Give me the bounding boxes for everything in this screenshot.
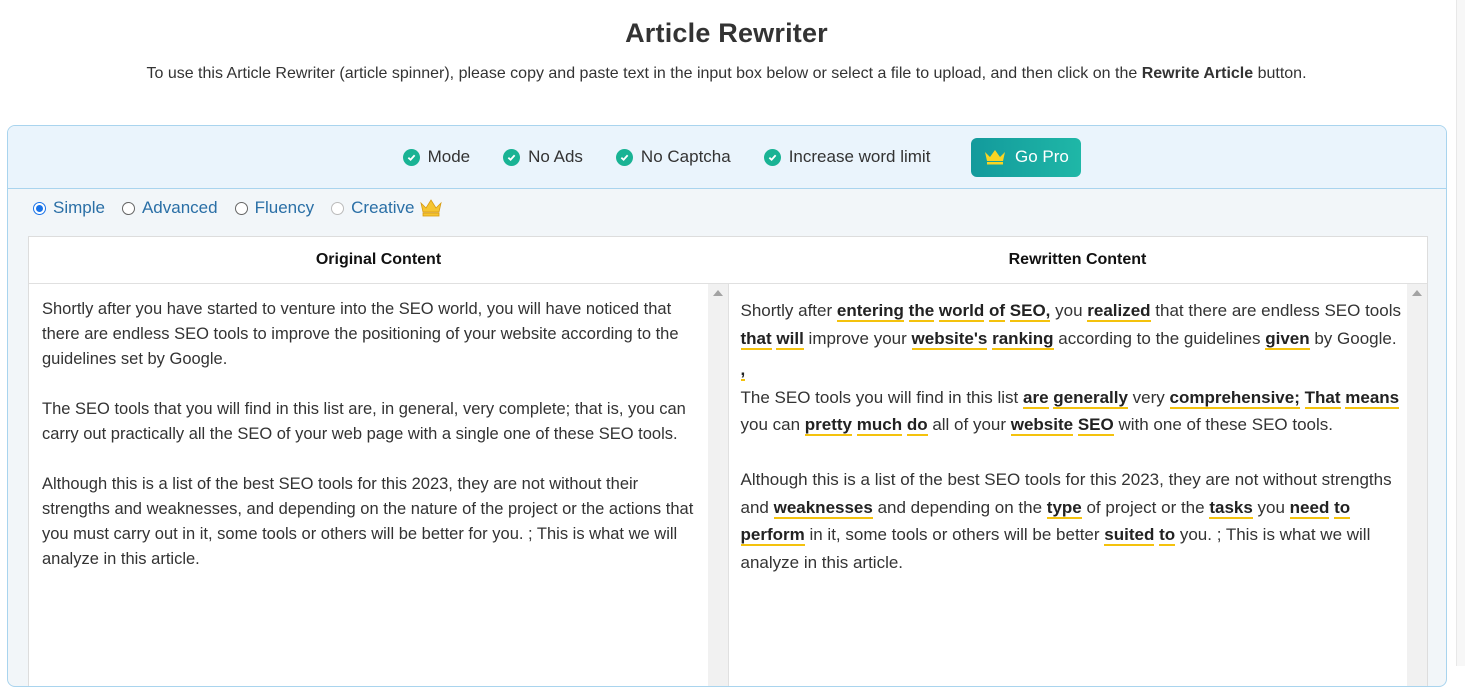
highlighted-word[interactable]: that (740, 328, 772, 350)
page-title: Article Rewriter (625, 18, 828, 48)
mode-label: Advanced (141, 198, 218, 217)
radio-fluency[interactable] (234, 201, 248, 215)
crown-icon (420, 199, 443, 217)
rewritten-content-header: Rewritten Content (1008, 251, 1147, 268)
subtitle-bold-text: Rewrite Article (1141, 65, 1254, 82)
original-paragraph: The SEO tools that you will find in this… (42, 400, 686, 443)
highlighted-word[interactable]: realized (1087, 301, 1151, 322)
highlighted-word[interactable]: comprehensive; (1169, 387, 1300, 409)
content-box: Original Content Rewritten Content Short… (28, 236, 1428, 686)
highlighted-word[interactable]: given (1265, 328, 1310, 350)
highlighted-word[interactable]: world (938, 301, 985, 322)
highlighted-word[interactable]: of (988, 301, 1006, 322)
subtitle-text: To use this Article Rewriter (article sp… (146, 65, 1138, 82)
highlighted-word[interactable]: are (1023, 387, 1049, 409)
mode-selector: Simple Advanced Fluency Creative (33, 198, 459, 218)
check-icon (402, 148, 420, 166)
rewritten-content-output[interactable]: Shortly after entering the world of SEO,… (729, 284, 1427, 686)
highlighted-word[interactable]: , (740, 360, 746, 381)
scroll-up-arrow[interactable] (712, 290, 723, 296)
rewritten-paragraph: , The SEO tools you will find in this li… (740, 360, 1400, 436)
feature-label: Mode (427, 147, 471, 166)
original-content-header: Original Content (315, 251, 442, 268)
mode-label: Creative (351, 198, 415, 217)
highlighted-word[interactable]: type (1046, 497, 1082, 519)
highlighted-word[interactable]: suited (1104, 525, 1155, 546)
mode-creative[interactable]: Creative (331, 198, 443, 218)
highlighted-word[interactable]: pretty (804, 415, 852, 436)
highlighted-word[interactable]: will (776, 328, 804, 350)
original-paragraph: Although this is a list of the best SEO … (42, 475, 694, 568)
highlighted-word[interactable]: tasks (1209, 497, 1253, 519)
mode-simple[interactable]: Simple (33, 198, 105, 218)
radio-creative[interactable] (331, 201, 345, 215)
mode-advanced[interactable]: Advanced (121, 198, 218, 218)
feature-mode: Mode (402, 147, 471, 167)
radio-advanced[interactable] (121, 201, 135, 215)
check-icon (763, 148, 781, 166)
highlighted-word[interactable]: weaknesses (773, 497, 873, 519)
rewritten-paragraph: Although this is a list of the best SEO … (740, 470, 1392, 572)
highlighted-word[interactable]: to (1159, 525, 1176, 546)
subtitle-text-end: button. (1257, 65, 1307, 82)
highlighted-word[interactable]: generally (1053, 387, 1128, 409)
feature-label: No Ads (528, 147, 583, 166)
scrollbar[interactable] (707, 284, 728, 686)
check-icon (615, 148, 633, 166)
check-icon (503, 148, 521, 166)
highlighted-word[interactable]: website (1010, 415, 1074, 436)
highlighted-word[interactable]: the (908, 301, 935, 322)
feature-label: No Captcha (640, 147, 731, 166)
mode-label: Simple (53, 198, 105, 217)
highlighted-word[interactable]: SEO (1077, 415, 1114, 436)
go-pro-button[interactable]: Go Pro (971, 137, 1082, 177)
highlighted-word[interactable]: entering (836, 301, 904, 322)
highlighted-word[interactable]: to (1334, 497, 1351, 519)
rewriter-panel: Mode No Ads No Captcha Increase word lim… (7, 125, 1447, 687)
scroll-up-arrow[interactable] (1412, 290, 1422, 296)
highlighted-word[interactable]: much (856, 415, 903, 436)
feature-label: Increase word limit (788, 147, 931, 166)
page-scrollbar[interactable] (1456, 0, 1465, 666)
crown-icon (984, 149, 1006, 165)
highlighted-word[interactable]: perform (740, 525, 805, 546)
highlighted-word[interactable]: website's (911, 328, 988, 350)
mode-label: Fluency (254, 198, 315, 217)
original-paragraph: Shortly after you have started to ventur… (42, 300, 679, 368)
radio-simple[interactable] (33, 201, 46, 215)
page-subtitle: To use this Article Rewriter (article sp… (0, 65, 1453, 83)
feature-no-captcha: No Captcha (615, 147, 731, 167)
feature-no-ads: No Ads (503, 147, 583, 167)
highlighted-word[interactable]: That (1304, 387, 1341, 409)
highlighted-word[interactable]: do (906, 415, 928, 436)
highlighted-word[interactable]: means (1345, 387, 1400, 409)
highlighted-word[interactable]: ranking (992, 328, 1054, 350)
promo-bar: Mode No Ads No Captcha Increase word lim… (8, 126, 1446, 189)
mode-fluency[interactable]: Fluency (234, 198, 315, 218)
feature-word-limit: Increase word limit (763, 147, 931, 167)
scrollbar[interactable] (1407, 284, 1427, 686)
go-pro-label: Go Pro (1014, 147, 1069, 166)
highlighted-word[interactable]: need (1289, 497, 1330, 519)
rewritten-paragraph: Shortly after entering the world of SEO,… (740, 301, 1401, 350)
original-content-input[interactable]: Shortly after you have started to ventur… (29, 284, 729, 686)
highlighted-word[interactable]: SEO, (1009, 301, 1051, 322)
content-headers: Original Content Rewritten Content (29, 237, 1427, 284)
